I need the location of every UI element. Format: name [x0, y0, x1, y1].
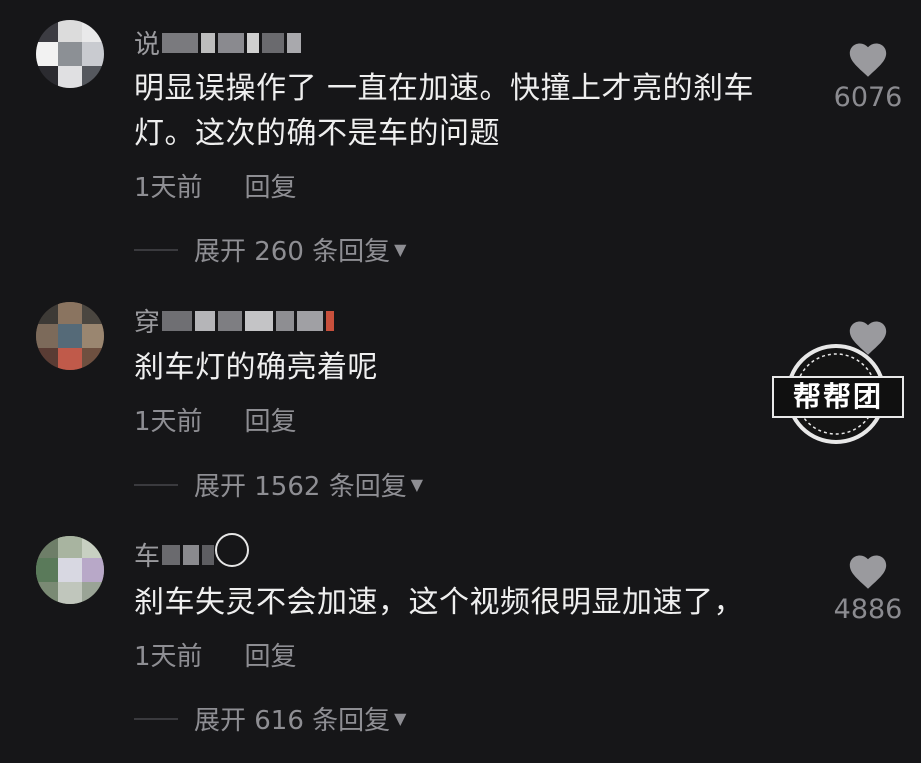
username-text: 穿 — [134, 308, 161, 338]
like-count: 6076 — [833, 82, 903, 113]
username-text: 说 — [134, 30, 161, 60]
avatar[interactable] — [36, 302, 104, 370]
reply-button[interactable]: 回复 — [245, 401, 297, 438]
expand-replies-button[interactable]: 展开 1562 条回复 ▼ — [134, 466, 423, 503]
divider-line — [134, 717, 178, 720]
caret-down-icon: ▼ — [410, 475, 424, 494]
comment-meta: 1天前 回复 — [134, 401, 297, 438]
username[interactable]: 穿 — [134, 302, 335, 339]
username-text: 车 — [134, 542, 161, 572]
username-redacted — [162, 310, 335, 331]
divider-line — [134, 248, 178, 251]
expand-replies-label: 展开 260 条回复 — [194, 237, 391, 267]
comment-text: 明显误操作了 一直在加速。快撞上才亮的刹车灯。这次的确不是车的问题 — [134, 71, 755, 151]
comment-item: 说 明显误操作了 一直在加速。快撞上才亮的刹车灯。这次的确不是车的问题 1天前 … — [0, 0, 921, 280]
divider-line — [134, 483, 178, 486]
like-button[interactable]: 6076 — [828, 38, 908, 113]
expand-replies-button[interactable]: 展开 260 条回复 ▼ — [134, 231, 406, 268]
touch-cursor-indicator — [215, 533, 249, 567]
reply-button[interactable]: 回复 — [245, 167, 297, 204]
expand-replies-label: 展开 616 条回复 — [194, 706, 391, 736]
like-button[interactable]: 4886 — [828, 550, 908, 625]
like-count: 4886 — [833, 594, 903, 625]
comment-time: 1天前 — [134, 642, 203, 672]
comment-time: 1天前 — [134, 407, 203, 437]
caret-down-icon: ▼ — [394, 709, 407, 728]
username-redacted — [162, 32, 302, 53]
expand-replies-button[interactable]: 展开 616 条回复 ▼ — [134, 700, 406, 737]
caret-down-icon: ▼ — [394, 240, 407, 259]
comment-time: 1天前 — [134, 173, 203, 203]
watermark-logo: 帮帮团 — [772, 340, 904, 448]
heart-icon — [849, 555, 887, 589]
expand-replies-label: 展开 1562 条回复 — [194, 472, 407, 502]
comment-meta: 1天前 回复 — [134, 167, 297, 204]
reply-button[interactable]: 回复 — [245, 636, 297, 673]
heart-icon — [849, 43, 887, 77]
comment-meta: 1天前 回复 — [134, 636, 297, 673]
comment-text: 刹车失灵不会加速，这个视频很明显加速了， — [134, 585, 744, 620]
comment-text: 刹车灯的确亮着呢 — [134, 350, 378, 385]
username[interactable]: 说 — [134, 24, 302, 61]
username[interactable]: 车 — [134, 536, 215, 573]
watermark-text: 帮帮团 — [772, 376, 904, 418]
avatar[interactable] — [36, 20, 104, 88]
avatar[interactable] — [36, 536, 104, 604]
username-redacted — [162, 544, 215, 565]
